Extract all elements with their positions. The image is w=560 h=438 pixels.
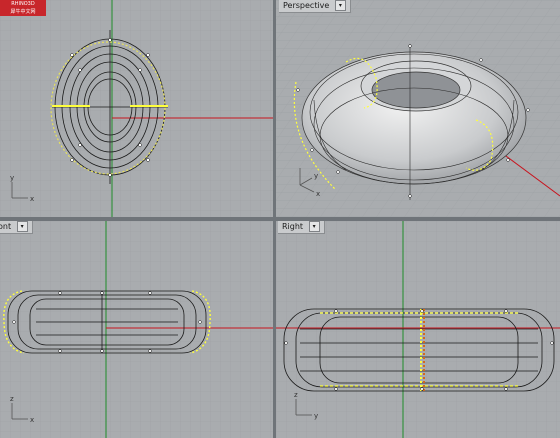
triad-x-label: x	[30, 416, 34, 424]
perspective-viewport-tab[interactable]: Perspective ▾	[279, 0, 351, 13]
right-viewport-tab[interactable]: Right ▾	[278, 221, 325, 234]
watermark-line1: RHINO3D	[11, 1, 35, 7]
right-viewport-canvas[interactable]: z y	[276, 221, 560, 438]
perspective-viewport-canvas[interactable]: x y	[276, 0, 560, 217]
right-viewport-title: Right	[282, 222, 304, 231]
grid	[0, 0, 273, 217]
watermark-line2: 犀牛中文网	[10, 9, 36, 15]
front-viewport-canvas[interactable]: z x	[0, 221, 273, 438]
right-viewport[interactable]: Right ▾ z y	[276, 221, 560, 438]
triad-y-label: y	[314, 172, 318, 180]
front-viewport[interactable]: ont ▾ z x	[0, 221, 273, 438]
triad-x-label: x	[316, 190, 320, 198]
watermark-logo: RHINO3D 犀牛中文网	[0, 0, 46, 16]
torus-shaded-body	[301, 51, 527, 185]
perspective-viewport[interactable]: Perspective ▾ x y	[276, 0, 560, 217]
grid	[276, 221, 560, 438]
chevron-down-icon[interactable]: ▾	[334, 0, 346, 11]
chevron-down-icon[interactable]: ▾	[16, 221, 28, 232]
chevron-down-icon[interactable]: ▾	[308, 221, 320, 232]
viewport-layout: y x RHINO3D 犀牛中文网 Perspective ▾ x y ont …	[0, 0, 560, 438]
perspective-viewport-title: Perspective	[283, 1, 330, 10]
triad-y-label: y	[10, 174, 14, 182]
grid	[0, 221, 273, 438]
triad-y-label: y	[314, 412, 318, 420]
front-viewport-tab[interactable]: ont ▾	[0, 221, 33, 234]
triad-z-label: z	[294, 391, 298, 399]
top-viewport-canvas[interactable]: y x	[0, 0, 273, 217]
top-viewport[interactable]: y x RHINO3D 犀牛中文网	[0, 0, 273, 217]
front-viewport-title: ont	[0, 222, 12, 231]
triad-x-label: x	[30, 195, 34, 203]
triad-z-label: z	[10, 395, 14, 403]
